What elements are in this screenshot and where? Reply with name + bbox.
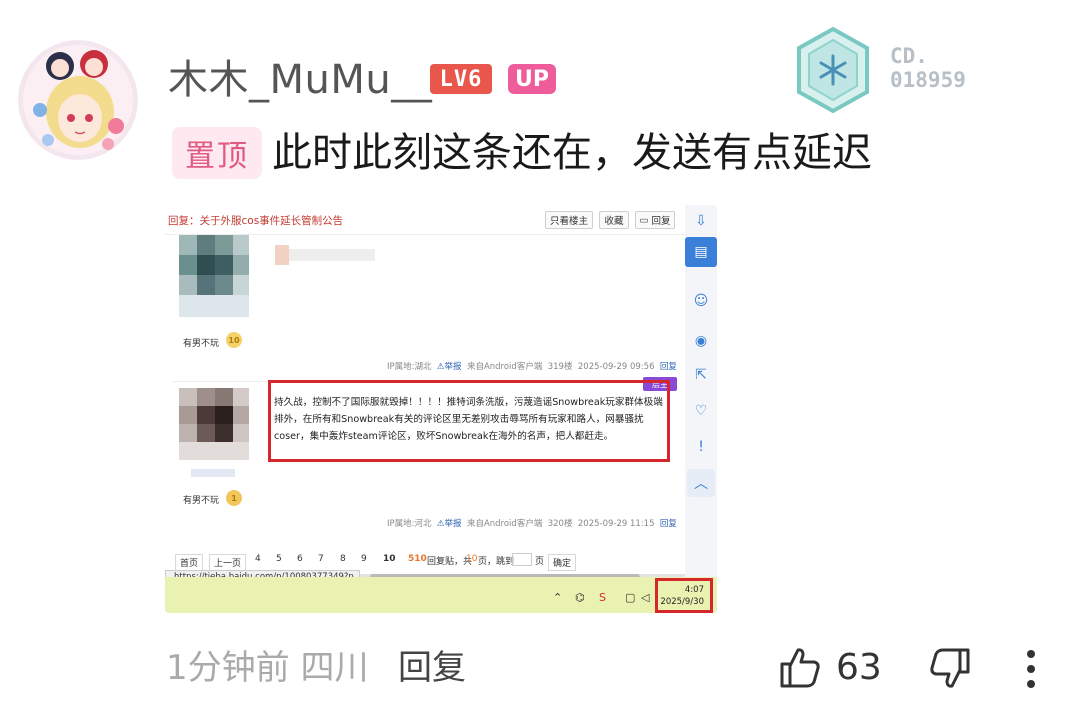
- page-confirm: 确定: [548, 554, 577, 571]
- scroll-top-icon: ︿: [687, 469, 715, 497]
- username[interactable]: 木木_MuMu__: [168, 52, 432, 108]
- favorite-button: 收藏: [599, 211, 629, 229]
- post1-user-label: 有男不玩: [183, 339, 220, 349]
- report-icon: !: [698, 439, 704, 455]
- medal-code: CD. 018959: [890, 44, 966, 92]
- page-first: 首页: [175, 554, 204, 571]
- post1-level-badge: 10: [226, 332, 242, 348]
- blurred-avatar-2: [179, 388, 249, 460]
- page-4: 4: [255, 554, 261, 564]
- post2-meta: IP属地:河北 ⚠举报 来自Android客户端 320楼 2025-09-29…: [387, 519, 677, 529]
- page-9: 9: [361, 554, 367, 564]
- reply-header-button: ▭ 回复: [635, 211, 675, 229]
- hex-medal-icon: [797, 26, 869, 114]
- tray-volume-icon: ◁: [641, 591, 650, 604]
- tray-app-icon: S: [599, 591, 606, 604]
- thread-header: 回复：关于外服cos事件延长管制公告 只看楼主 收藏 ▭ 回复: [165, 205, 685, 235]
- tray-network-icon: ⌬: [575, 591, 585, 604]
- post-location: 四川: [300, 648, 369, 688]
- time-location: 1分钟前 四川: [166, 644, 368, 692]
- only-op-button: 只看楼主: [545, 211, 593, 229]
- like-count: 63: [836, 647, 882, 688]
- reply-count: 510: [408, 554, 427, 564]
- blurred-text-1: [275, 245, 375, 265]
- side-toolbar: ⇩ ▤ ☺ ◉ ⇱ ♡ ! ︿: [685, 205, 717, 577]
- post2-level-badge: 1: [226, 490, 242, 506]
- post1-report: ⚠举报: [436, 362, 462, 372]
- message-icon: ▤: [685, 237, 717, 267]
- page-10-current: 10: [383, 554, 396, 564]
- comment-text: 此时此刻这条还在，发送有点延迟: [272, 130, 872, 176]
- taskbar: ⌃ ⌬ S ▢ ◁: [165, 577, 717, 613]
- tray-chevron-icon: ⌃: [553, 591, 563, 604]
- post2-user-label: 有男不玩: [183, 496, 220, 506]
- post-time: 1分钟前: [166, 648, 290, 688]
- post2-content: 持久战，控制不了国际服就毁掉！！！！推特词条洗版，污蔑造谣Snowbreak玩家…: [274, 397, 663, 442]
- page-7: 7: [318, 554, 324, 564]
- game-icon: ◉: [694, 333, 708, 349]
- robot-icon: ☺: [693, 293, 709, 309]
- page-jump-input: [512, 553, 532, 566]
- share-icon: ⇱: [695, 367, 707, 383]
- page-8: 8: [340, 554, 346, 564]
- thumbs-up-icon[interactable]: [776, 644, 824, 692]
- more-vertical-icon[interactable]: [1024, 648, 1038, 690]
- post1-meta: IP属地:湖北 ⚠举报 来自Android客户端 319楼 2025-09-29…: [387, 362, 677, 372]
- taskbar-clock: 4:07 2025/9/30: [655, 578, 713, 613]
- blurred-name-2: [191, 469, 235, 477]
- thread-title: 回复：关于外服cos事件延长管制公告: [168, 215, 344, 227]
- avatar[interactable]: [18, 40, 138, 160]
- page-5: 5: [276, 554, 282, 564]
- download-icon: ⇩: [695, 213, 707, 229]
- post2-report: ⚠举报: [436, 519, 462, 529]
- thumbs-down-icon[interactable]: [926, 644, 974, 692]
- favorite-heart-icon: ♡: [694, 403, 708, 419]
- total-pages: 10: [466, 554, 478, 564]
- jump-label: 页，跳到: [478, 557, 515, 567]
- page-6: 6: [297, 554, 303, 564]
- pinned-tag: 置顶: [172, 127, 262, 179]
- pagination: 首页 上一页 4 5 6 7 8 9 10 510 回复贴，共 10 页，跳到 …: [165, 550, 685, 572]
- page-unit: 页: [535, 557, 545, 567]
- level-badge: LV6: [430, 64, 492, 94]
- reply-button[interactable]: 回复: [398, 644, 466, 692]
- blurred-avatar-1: [179, 235, 249, 317]
- up-badge: UP: [508, 64, 556, 94]
- tray-display-icon: ▢: [625, 591, 636, 604]
- page-prev: 上一页: [209, 554, 247, 571]
- attached-screenshot[interactable]: 回复：关于外服cos事件延长管制公告 只看楼主 收藏 ▭ 回复 ⇩ ▤ ☺ ◉ …: [165, 205, 717, 613]
- chat-icon: ▭: [639, 214, 649, 226]
